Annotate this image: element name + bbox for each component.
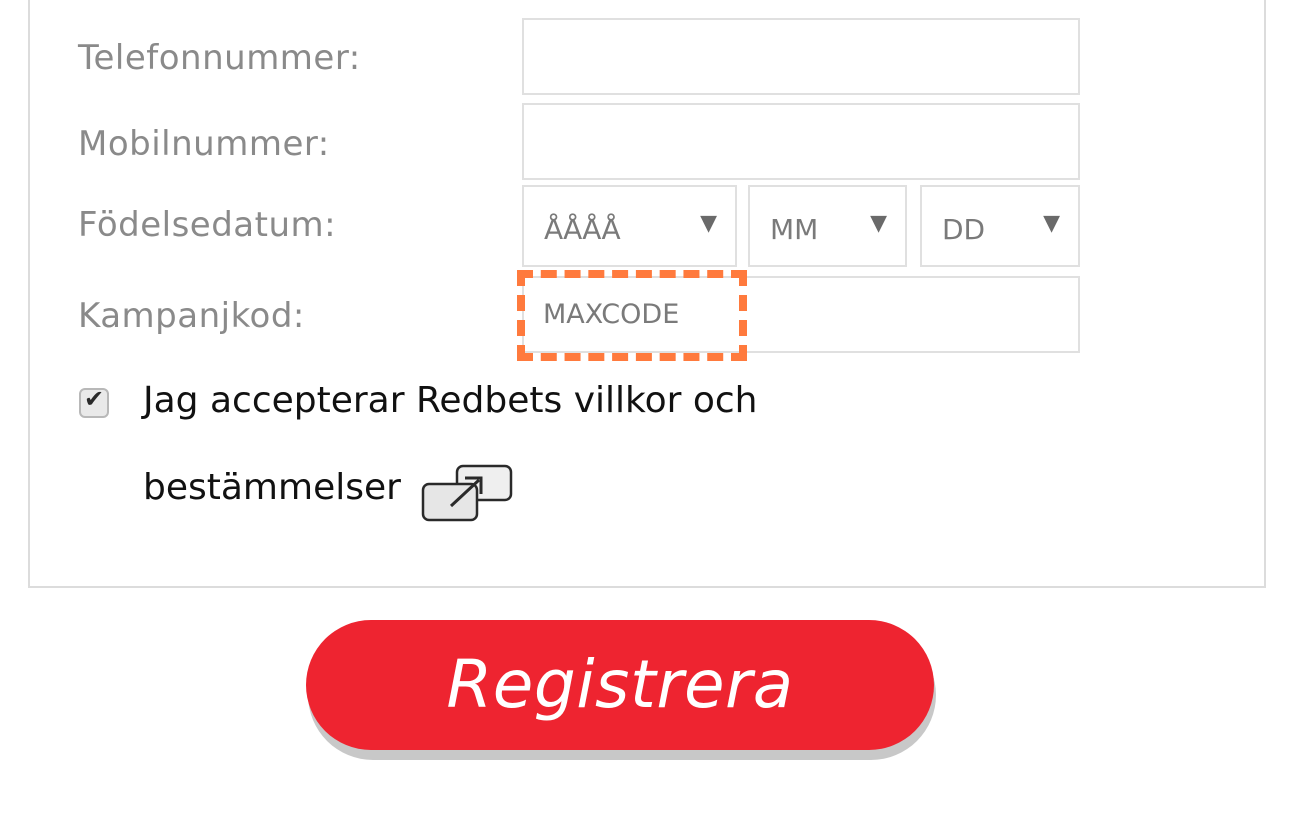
terms-text-line1: Jag accepterar Redbets villkor och xyxy=(143,380,758,421)
birth-month-value: MM xyxy=(770,213,819,246)
campaign-code-highlight xyxy=(517,270,747,361)
terms-checkbox[interactable]: ✔ xyxy=(79,385,109,418)
mobile-label: Mobilnummer: xyxy=(78,124,330,164)
register-button[interactable]: Registrera xyxy=(306,620,934,750)
birth-day-select[interactable]: DD ▼ xyxy=(920,185,1080,267)
dropdown-arrow-icon: ▼ xyxy=(1043,211,1060,236)
terms-link[interactable]: bestämmelser xyxy=(143,467,401,508)
campaign-label: Kampanjkod: xyxy=(78,296,305,336)
birth-day-value: DD xyxy=(942,213,986,246)
phone-label: Telefonnummer: xyxy=(78,38,361,78)
mobile-input[interactable] xyxy=(522,103,1080,180)
dropdown-arrow-icon: ▼ xyxy=(700,211,717,236)
birth-year-select[interactable]: ÅÅÅÅ ▼ xyxy=(522,185,737,267)
birthdate-label: Födelsedatum: xyxy=(78,205,337,245)
phone-input[interactable] xyxy=(522,18,1080,95)
birth-year-value: ÅÅÅÅ xyxy=(544,213,621,246)
registration-page: Telefonnummer: Mobilnummer: Födelsedatum… xyxy=(0,0,1301,817)
birth-month-select[interactable]: MM ▼ xyxy=(748,185,907,267)
dropdown-arrow-icon: ▼ xyxy=(870,211,887,236)
external-link-icon[interactable] xyxy=(421,464,513,522)
checkmark-icon: ✔ xyxy=(84,385,105,413)
